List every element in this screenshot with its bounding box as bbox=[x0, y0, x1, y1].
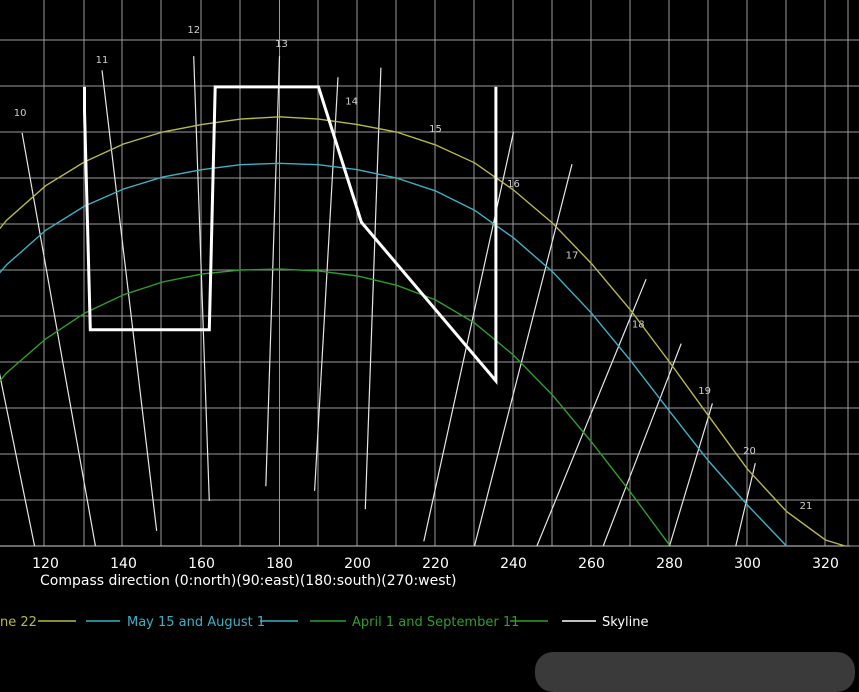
x-tick-label: 280 bbox=[656, 556, 683, 572]
hour-label-17: 17 bbox=[566, 251, 579, 262]
legend: ne 22 May 15 and August 1 April 1 and Sept… bbox=[0, 615, 648, 630]
hour-line-20 bbox=[668, 403, 713, 547]
hour-line-13 bbox=[265, 56, 281, 487]
x-tick-label: 120 bbox=[32, 556, 59, 572]
hour-label-20: 20 bbox=[743, 446, 756, 457]
x-tick-label: 180 bbox=[266, 556, 293, 572]
hour-line-16 bbox=[423, 131, 515, 542]
hour-label-16: 16 bbox=[507, 179, 520, 190]
hour-label-19: 19 bbox=[698, 386, 711, 397]
horizontal-scrollbar[interactable] bbox=[535, 652, 855, 692]
x-tick-label: 200 bbox=[344, 556, 371, 572]
hour-label-21: 21 bbox=[800, 501, 813, 512]
legend-label: ne 22 bbox=[0, 615, 37, 630]
hour-label-15: 15 bbox=[429, 124, 442, 135]
hour-line-17 bbox=[473, 164, 573, 547]
x-tick-label: 220 bbox=[422, 556, 449, 572]
x-tick-label: 140 bbox=[110, 556, 137, 572]
hour-label-12: 12 bbox=[187, 25, 200, 36]
x-tick-label: 240 bbox=[500, 556, 527, 572]
hour-label-14: 14 bbox=[345, 96, 358, 107]
x-tick-labels: 120 140 160 180 200 220 240 260 280 300 320 bbox=[32, 556, 839, 572]
hour-line-15 bbox=[364, 67, 382, 510]
x-tick-label: 260 bbox=[578, 556, 605, 572]
sun-path-chart: 9101112131415161718192021 12014016018020… bbox=[0, 0, 859, 630]
series-line-june-22 bbox=[0, 116, 846, 547]
legend-label: Skyline bbox=[602, 615, 648, 630]
x-tick-label: 300 bbox=[734, 556, 761, 572]
grid bbox=[0, 0, 859, 547]
x-tick-label: 160 bbox=[188, 556, 215, 572]
x-tick-label: 320 bbox=[812, 556, 839, 572]
x-axis-label: Compass direction (0:north)(90:east)(180… bbox=[40, 573, 457, 589]
series-line-april-1-and-september-11 bbox=[0, 268, 671, 546]
legend-label: April 1 and September 11 bbox=[352, 615, 519, 630]
hour-label-10: 10 bbox=[14, 108, 27, 119]
hour-line-21 bbox=[735, 463, 756, 547]
hour-label-13: 13 bbox=[275, 39, 288, 50]
legend-label: May 15 and August 1 bbox=[127, 615, 265, 630]
hour-label-11: 11 bbox=[96, 55, 109, 66]
